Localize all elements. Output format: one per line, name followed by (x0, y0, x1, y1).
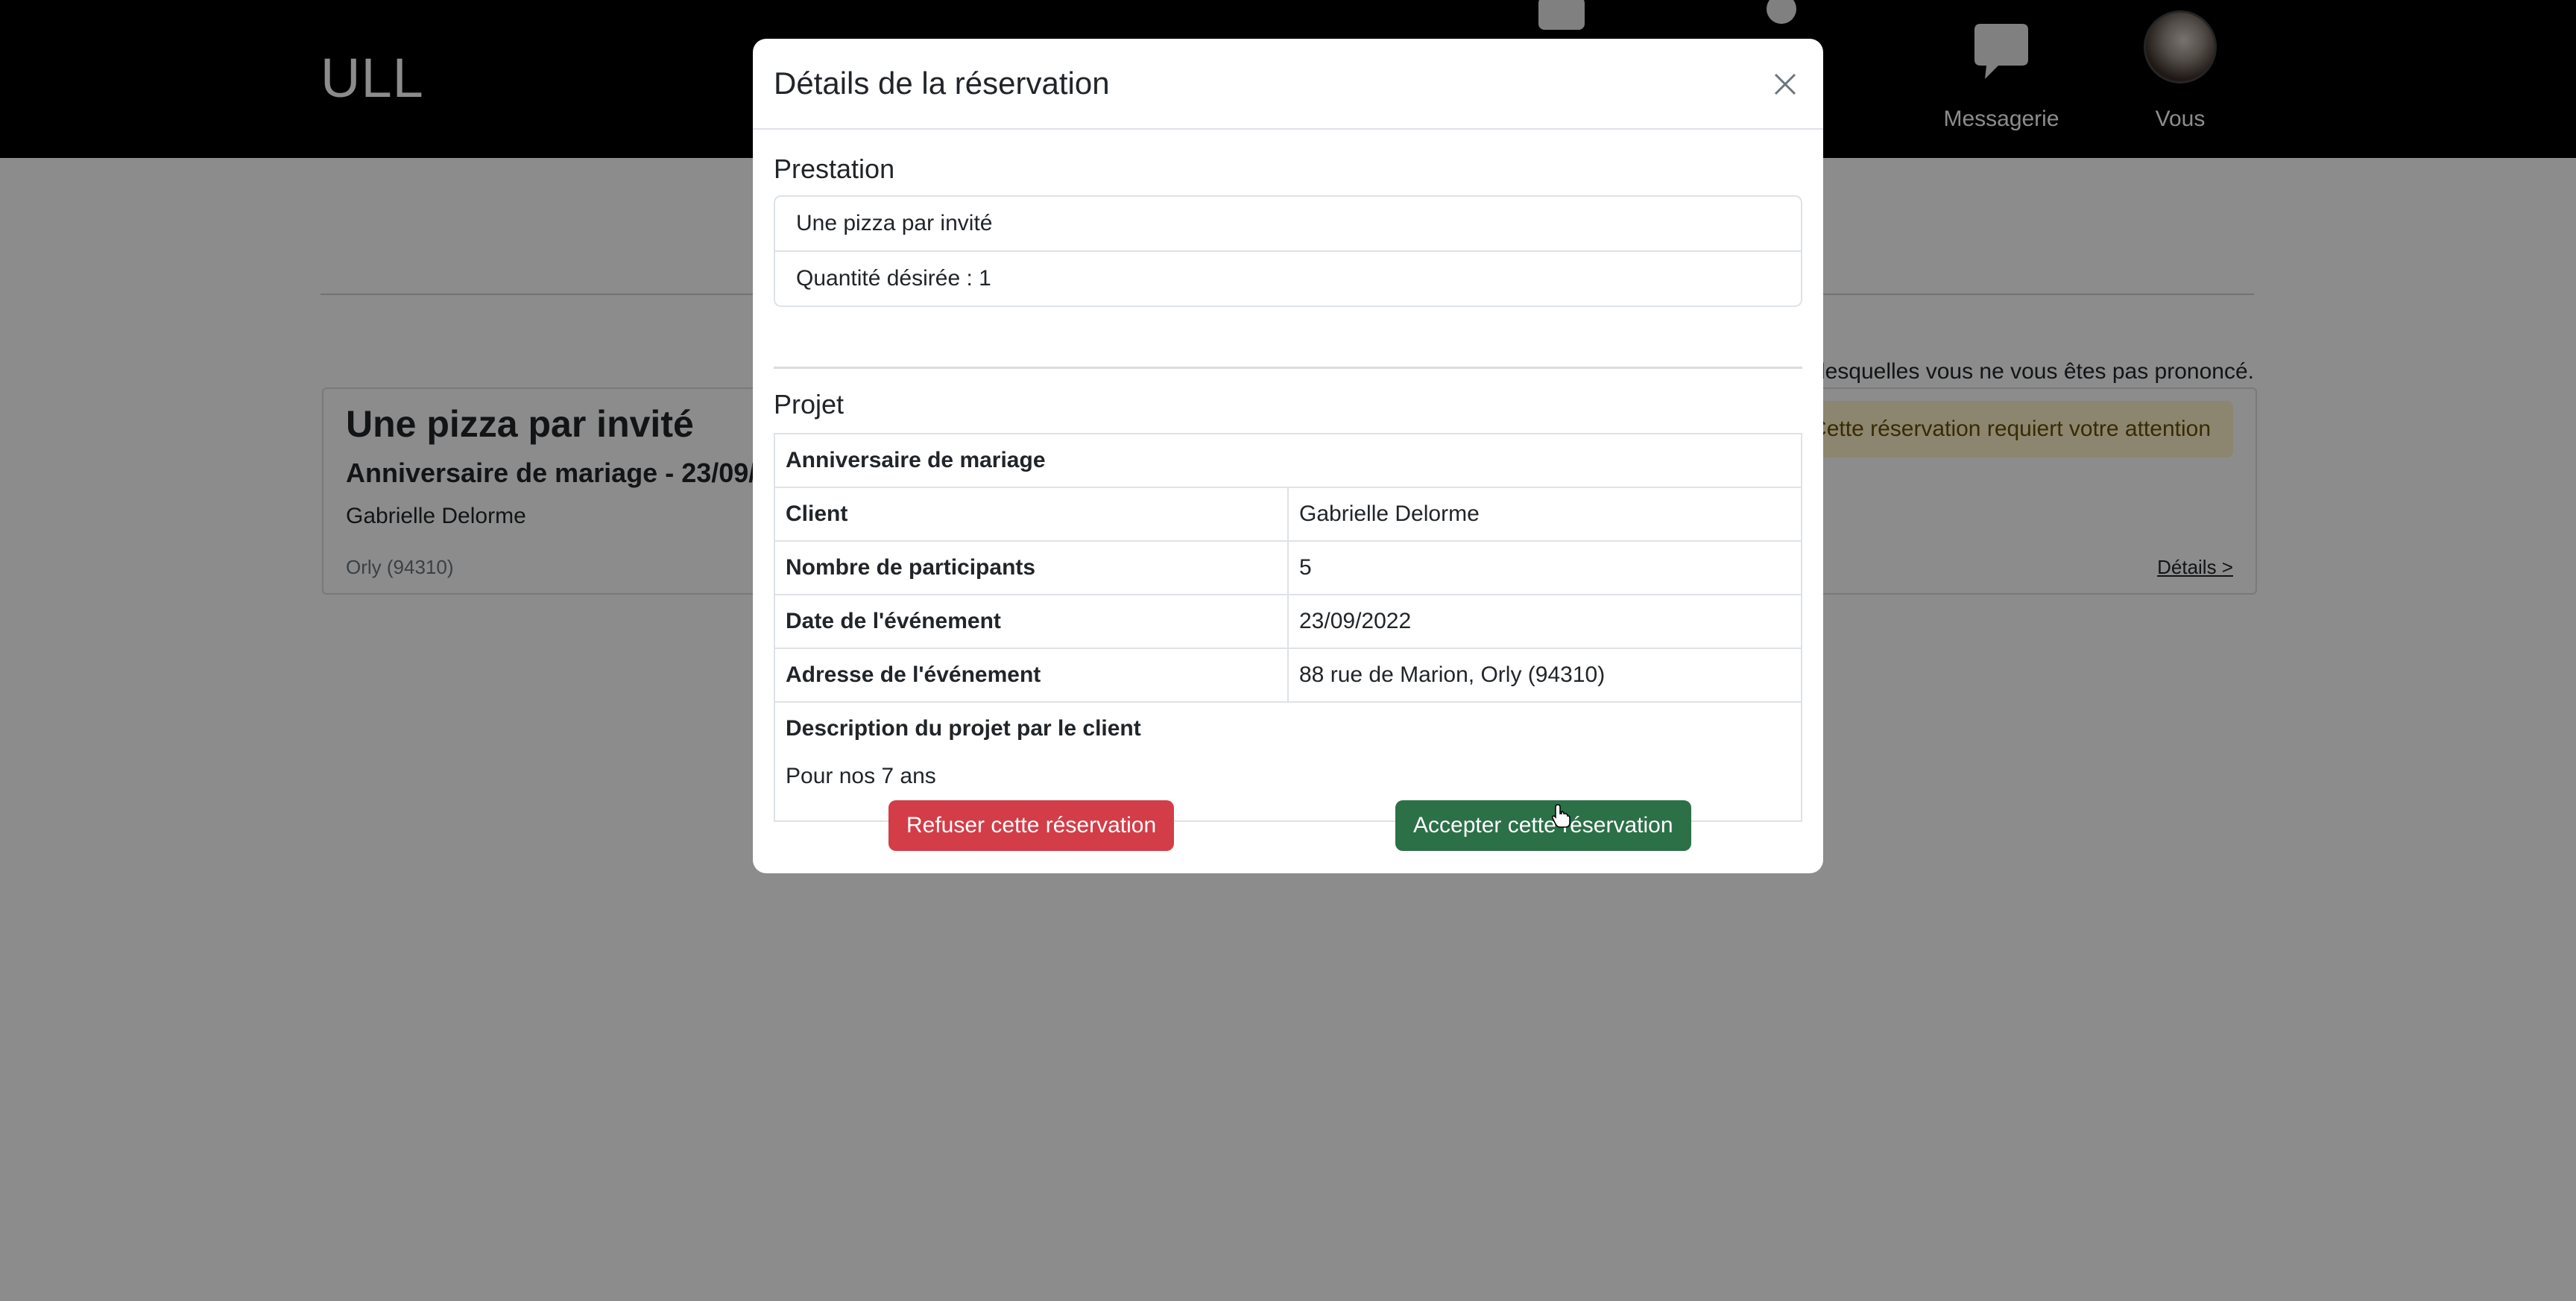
modal-title: Détails de la réservation (774, 66, 1110, 101)
row-value-event-address: 88 rue de Marion, Orly (94310) (1287, 648, 1802, 703)
mouse-cursor-icon (1552, 804, 1570, 828)
projet-heading: Projet (774, 389, 845, 420)
table-row: Anniversaire de mariage (774, 433, 1802, 488)
prestation-list: Une pizza par invité Quantité désirée : … (774, 195, 1802, 307)
table-row: Date de l'événement 23/09/2022 (774, 594, 1802, 649)
row-label-event-address: Adresse de l'événement (774, 648, 1289, 703)
project-name: Anniversaire de mariage (774, 433, 1802, 488)
row-value-event-date: 23/09/2022 (1287, 594, 1802, 649)
row-value-client: Gabrielle Delorme (1287, 487, 1802, 542)
row-value-participants: 5 (1287, 540, 1802, 595)
modal-header: Détails de la réservation (753, 39, 1823, 130)
row-label-client: Client (774, 487, 1289, 542)
row-label-participants: Nombre de participants (774, 540, 1289, 595)
section-divider (774, 367, 1802, 369)
prestation-name: Une pizza par invité (796, 211, 993, 235)
project-details-table: Anniversaire de mariage Client Gabrielle… (774, 433, 1802, 822)
refuse-reservation-button[interactable]: Refuser cette réservation (888, 800, 1175, 851)
row-label-event-date: Date de l'événement (774, 594, 1289, 649)
prestation-quantity: Quantité désirée : 1 (775, 250, 1801, 306)
table-row: Nombre de participants 5 (774, 540, 1802, 595)
reservation-details-modal: Détails de la réservation Prestation Une… (753, 39, 1823, 873)
description-label: Description du projet par le client (786, 716, 1141, 741)
description-text: Pour nos 7 ans (786, 764, 936, 788)
table-row: Client Gabrielle Delorme (774, 487, 1802, 542)
table-row: Adresse de l'événement 88 rue de Marion,… (774, 648, 1802, 703)
close-icon[interactable] (1767, 66, 1804, 103)
accept-reservation-button[interactable]: Accepter cette réservation (1395, 800, 1691, 851)
prestation-heading: Prestation (774, 153, 895, 184)
